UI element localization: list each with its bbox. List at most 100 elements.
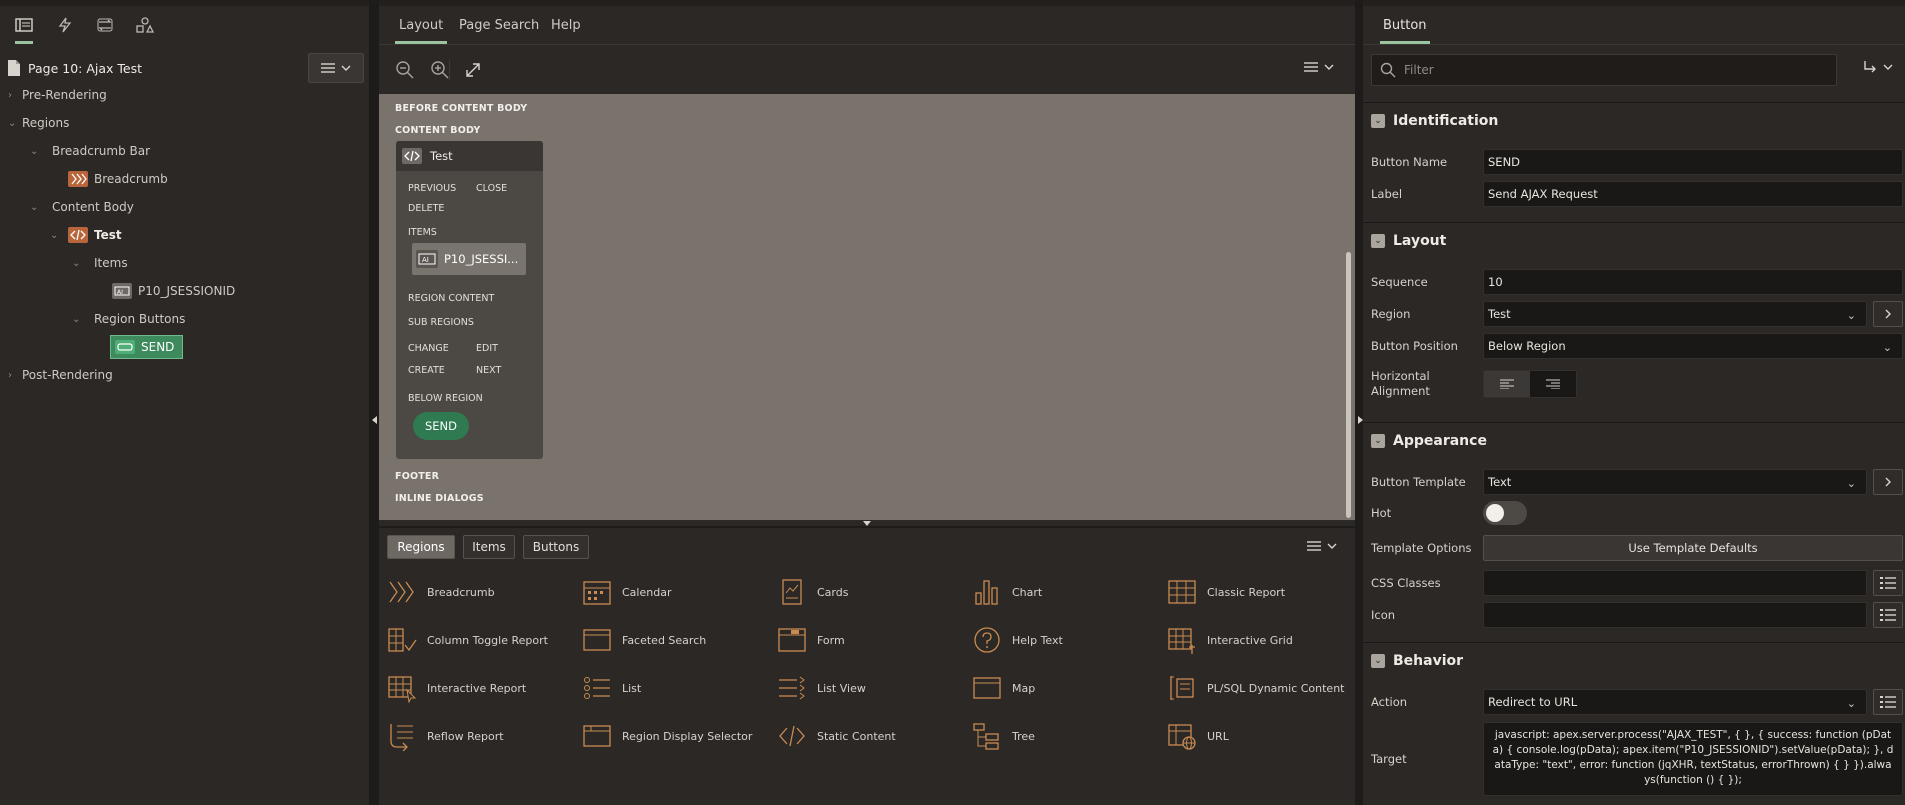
gallery-item-list[interactable]: List [582, 673, 641, 703]
prop-label-row: Label Send AJAX Request [1371, 181, 1903, 207]
gallery-item-url[interactable]: URL [1167, 721, 1229, 751]
region-select[interactable]: Test ⌄ [1483, 301, 1867, 327]
icon-list-button[interactable] [1873, 602, 1903, 628]
button-template-select[interactable]: Text ⌄ [1483, 469, 1867, 495]
tree-node-send-selected[interactable]: SEND [110, 335, 184, 359]
gallery-tab-buttons[interactable]: Buttons [523, 535, 589, 559]
css-classes-input[interactable] [1483, 570, 1867, 596]
align-left-button[interactable] [1484, 371, 1530, 397]
chevron-down-icon [1327, 543, 1337, 549]
prop-label: Action [1371, 694, 1408, 709]
tab-page-search[interactable]: Page Search [459, 18, 539, 33]
sequence-input[interactable]: 10 [1483, 269, 1903, 295]
zoom-out-icon[interactable] [395, 60, 415, 80]
zoom-in-icon[interactable] [430, 60, 450, 80]
section-title: Layout [1393, 232, 1447, 249]
section-behavior[interactable]: ⌄ Behavior [1363, 642, 1905, 678]
hamburger-icon [1304, 62, 1318, 72]
filter-placeholder: Filter [1404, 63, 1434, 77]
tree-node-p10-jsessionid[interactable]: AI P10_JSESSIONID [112, 280, 235, 302]
prop-label: Label [1371, 186, 1403, 201]
gallery-item-classic-report[interactable]: Classic Report [1167, 577, 1285, 607]
layout-menu-button[interactable] [1304, 62, 1334, 72]
region-display-selector-icon [583, 725, 611, 747]
canvas-scrollbar[interactable] [1346, 252, 1351, 518]
tree-node-test-region[interactable]: ⌄ Test [50, 224, 122, 246]
gallery-item-interactive-grid[interactable]: Interactive Grid [1167, 625, 1293, 655]
section-layout[interactable]: ⌄ Layout [1363, 222, 1905, 258]
position-delete: DELETE [408, 203, 445, 214]
prop-target: Target javascript: apex.server.process("… [1371, 722, 1903, 796]
gallery-item-form[interactable]: Form [777, 625, 845, 655]
gallery-menu-button[interactable] [1307, 541, 1337, 551]
region-goto-button[interactable] [1873, 301, 1903, 327]
gallery-tab-items[interactable]: Items [463, 535, 515, 559]
tree-node-breadcrumb[interactable]: Breadcrumb [68, 168, 168, 190]
action-list-button[interactable] [1873, 689, 1903, 715]
canvas-item-p10[interactable]: AI P10_JSESSI... [412, 243, 526, 275]
interactive-report-icon [388, 676, 417, 703]
horizontal-splitter[interactable] [379, 526, 1355, 528]
hot-toggle[interactable] [1483, 501, 1527, 525]
align-right-button[interactable] [1530, 371, 1576, 397]
gallery-item-calendar[interactable]: Calendar [582, 577, 671, 607]
tree-node-pre-rendering[interactable]: › Pre-Rendering [8, 84, 107, 106]
page-title-row[interactable]: Page 10: Ajax Test [6, 57, 142, 79]
tree-node-region-buttons[interactable]: ⌄ Region Buttons [72, 308, 185, 330]
target-textarea[interactable]: javascript: apex.server.process("AJAX_TE… [1483, 722, 1903, 796]
section-appearance[interactable]: ⌄ Appearance [1363, 422, 1905, 458]
canvas-send-button[interactable]: SEND [413, 412, 469, 440]
gallery-item-region-display-selector[interactable]: Region Display Selector [582, 721, 752, 751]
tab-help[interactable]: Help [551, 18, 581, 33]
chevron-down-icon: ⌄ [72, 313, 81, 325]
gallery-item-chart[interactable]: Chart [972, 577, 1042, 607]
gallery-item-faceted-search[interactable]: Faceted Search [582, 625, 706, 655]
tab-layout[interactable]: Layout [394, 18, 448, 44]
position-below-region: BELOW REGION [408, 393, 483, 404]
tree-node-items[interactable]: ⌄ Items [72, 252, 128, 274]
gallery-item-static-content[interactable]: Static Content [777, 721, 896, 751]
label-input[interactable]: Send AJAX Request [1483, 181, 1903, 207]
gallery-item-cards[interactable]: Cards [777, 577, 848, 607]
gallery-item-plsql-dynamic-content[interactable]: PL/SQL Dynamic Content [1167, 673, 1345, 703]
page-menu-button[interactable] [308, 53, 364, 83]
layout-canvas[interactable]: BEFORE CONTENT BODY CONTENT BODY Test PR… [379, 94, 1355, 520]
region-test-box[interactable]: Test PREVIOUS CLOSE DELETE ITEMS AI P10_… [396, 141, 543, 459]
tab-button[interactable]: Button [1380, 18, 1430, 44]
icon-input[interactable] [1483, 602, 1867, 628]
property-editor: Button Filter ⌄ Identification Button Na… [1363, 0, 1905, 805]
filter-input[interactable]: Filter [1371, 54, 1837, 86]
text-field-item-icon: AI [112, 283, 132, 299]
left-splitter[interactable] [370, 0, 379, 805]
toggle-knob [1486, 504, 1504, 522]
gallery-item-column-toggle-report[interactable]: Column Toggle Report [387, 625, 548, 655]
position-previous: PREVIOUS [408, 183, 457, 194]
tree-node-regions[interactable]: ⌄ Regions [8, 112, 69, 134]
section-identification[interactable]: ⌄ Identification [1363, 102, 1905, 138]
dynamic-actions-icon[interactable] [54, 14, 76, 36]
tree-node-post-rendering[interactable]: › Post-Rendering [8, 364, 113, 386]
tree-node-content-body[interactable]: ⌄ Content Body [30, 196, 134, 218]
action-select[interactable]: Redirect to URL ⌄ [1483, 689, 1867, 715]
tree-node-breadcrumb-bar[interactable]: ⌄ Breadcrumb Bar [30, 140, 150, 162]
rendering-icon[interactable] [13, 14, 35, 44]
gallery-tab-regions[interactable]: Regions [387, 535, 455, 559]
button-name-input[interactable]: SEND [1483, 149, 1903, 175]
processing-icon[interactable] [94, 14, 116, 36]
gallery-item-breadcrumb[interactable]: Breadcrumb [387, 577, 495, 607]
chart-icon [975, 580, 998, 605]
use-template-defaults-button[interactable]: Use Template Defaults [1483, 535, 1903, 561]
css-classes-list-button[interactable] [1873, 570, 1903, 596]
button-position-select[interactable]: Below Region ⌄ [1483, 333, 1903, 359]
template-goto-button[interactable] [1873, 469, 1903, 495]
shared-components-icon[interactable] [134, 14, 156, 36]
gallery-item-help-text[interactable]: Help Text [972, 625, 1063, 655]
gallery-item-interactive-report[interactable]: Interactive Report [387, 673, 526, 703]
goto-group-button[interactable] [1863, 60, 1893, 74]
gallery-item-tree[interactable]: Tree [972, 721, 1035, 751]
gallery-item-list-view[interactable]: List View [777, 673, 866, 703]
gallery-item-map[interactable]: Map [972, 673, 1035, 703]
expand-icon[interactable] [464, 61, 482, 79]
gallery-item-reflow-report[interactable]: Reflow Report [387, 721, 504, 751]
gallery-item-label: Faceted Search [622, 633, 707, 647]
